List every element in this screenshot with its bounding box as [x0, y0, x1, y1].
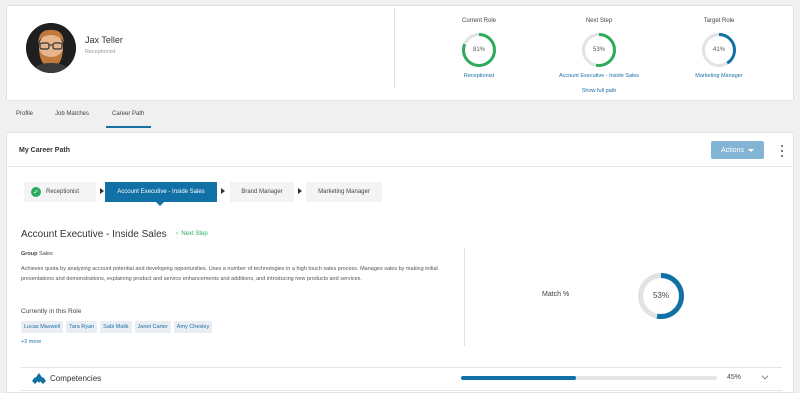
group-value: Sales [39, 251, 53, 257]
user-name: Jax Teller [85, 35, 123, 45]
more-people-link[interactable]: +2 more [21, 339, 41, 345]
competencies-label[interactable]: Competencies [50, 374, 101, 383]
match-pct: 53% [652, 291, 669, 300]
person-chip[interactable]: Sabi Malik [100, 321, 132, 333]
person-chip[interactable]: Janet Carter [134, 321, 171, 333]
currently-in-role-heading: Currently in this Role [21, 308, 82, 315]
competencies-pct: 45% [727, 374, 742, 381]
tab-profile[interactable]: Profile [16, 111, 33, 117]
actions-label: Actions [721, 146, 744, 154]
current-role-pct: 81% [472, 47, 485, 53]
target-role-link[interactable]: Marketing Manager [649, 73, 789, 79]
actions-button[interactable]: Actions [711, 141, 764, 159]
person-chip[interactable]: Lucas Maxwell [21, 321, 64, 333]
person-chip[interactable]: Amy Chesley [173, 321, 213, 333]
divider [20, 367, 782, 368]
path-step-marketing-manager[interactable]: Marketing Manager [306, 182, 382, 202]
user-role: Receptionist [85, 49, 116, 55]
active-step-caret [156, 202, 164, 206]
chevron-right-icon: › [176, 231, 178, 237]
caret-down-icon [747, 148, 754, 152]
role-description: Achieves quota by analyzing account pote… [21, 266, 438, 283]
show-full-path-link[interactable]: Show full path [529, 88, 669, 94]
arrow-right-icon [100, 188, 104, 194]
more-options-icon[interactable] [780, 145, 784, 157]
divider [464, 248, 465, 346]
divider [7, 166, 793, 167]
arrow-right-icon [221, 188, 225, 194]
divider [394, 8, 395, 88]
group-label: Group [21, 251, 38, 257]
competencies-progress-fill [461, 376, 577, 380]
path-step-brand-manager[interactable]: Brand Manager [230, 182, 294, 202]
people-list: Lucas Maxwell Tara Ryan Sabi Malik Janet… [21, 321, 213, 333]
path-step-label: Marketing Manager [318, 189, 370, 195]
competencies-icon [32, 373, 46, 384]
arrow-right-icon [298, 188, 302, 194]
group-line: Group Sales [21, 251, 53, 257]
current-role-label: Current Role [461, 18, 496, 24]
next-step-pct: 53% [592, 47, 605, 53]
next-step-text: Next Step [181, 231, 208, 237]
check-icon: ✓ [31, 187, 41, 197]
divider [20, 390, 782, 391]
tab-bar: Profile Job Matches Career Path [6, 104, 794, 128]
path-step-label: Brand Manager [241, 189, 283, 195]
active-tab-indicator [106, 126, 151, 128]
target-role-label: Target Role [703, 18, 735, 24]
target-role-pct: 41% [712, 47, 725, 53]
section-title: My Career Path [19, 147, 70, 154]
path-step-account-executive[interactable]: Account Executive - Inside Sales [105, 182, 217, 202]
next-step-tag: › Next Step [176, 231, 208, 237]
person-chip[interactable]: Tara Ryan [66, 321, 98, 333]
career-path-card [6, 132, 794, 393]
match-label: Match % [542, 291, 570, 298]
competencies-progress [461, 376, 717, 380]
path-step-label: Receptionist [46, 189, 80, 195]
current-role-link[interactable]: Receptionist [409, 73, 549, 79]
path-step-receptionist[interactable]: ✓ Receptionist [24, 182, 96, 202]
tab-career-path[interactable]: Career Path [112, 111, 144, 117]
avatar [26, 23, 76, 73]
path-step-label: Account Executive - Inside Sales [117, 189, 205, 195]
next-step-label: Next Step [585, 18, 613, 24]
next-step-link[interactable]: Account Executive - Inside Sales [529, 73, 669, 79]
tab-job-matches[interactable]: Job Matches [55, 111, 89, 117]
role-title: Account Executive - Inside Sales [21, 229, 167, 240]
